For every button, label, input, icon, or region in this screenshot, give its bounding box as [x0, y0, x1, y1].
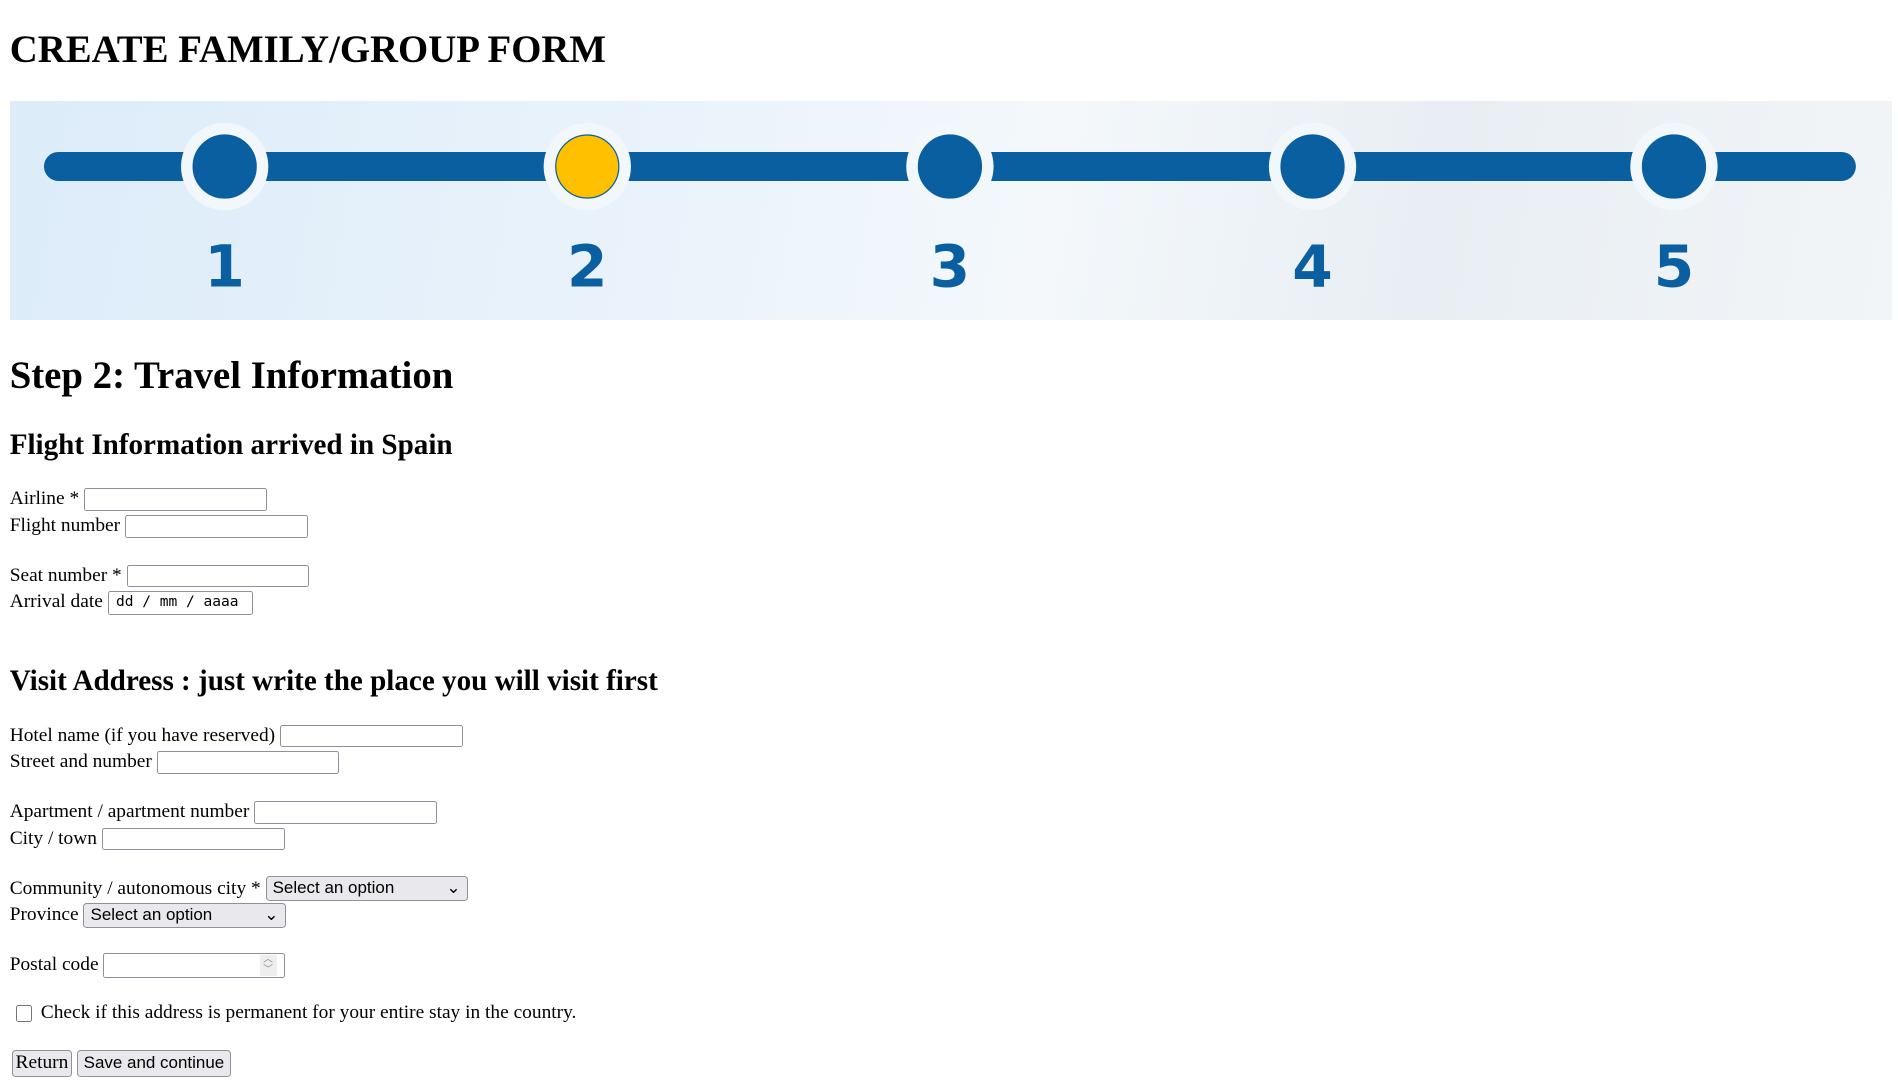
province-label: Province: [9, 904, 79, 926]
seat-number-input[interactable]: [126, 564, 310, 588]
chevron-down-icon: ⌄: [264, 905, 279, 925]
community-label: Community / autonomous city *: [9, 877, 261, 899]
permanent-checkbox[interactable]: [15, 1005, 33, 1022]
chevron-down-icon: ⌄: [446, 878, 461, 898]
step-circle-1: [192, 134, 257, 199]
step-number-5: 5: [1653, 232, 1694, 300]
arrival-label: Arrival date: [9, 591, 103, 613]
street-label: Street and number: [9, 751, 152, 773]
airline-input[interactable]: [84, 488, 267, 511]
address-heading: Visit Address : just write the place you…: [9, 665, 658, 698]
permanent-label: Check if this address is permanent for y…: [40, 1002, 577, 1024]
city-input[interactable]: [101, 827, 285, 851]
step-number-3: 3: [929, 232, 970, 300]
postal-code-input[interactable]: ︿ ﹀: [103, 952, 285, 978]
step-circle-3: [917, 134, 982, 199]
community-value: Select an option: [272, 878, 395, 898]
postal-label: Postal code: [9, 953, 99, 975]
province-select[interactable]: Select an option ⌄: [83, 902, 286, 929]
province-value: Select an option: [90, 905, 213, 925]
airline-label: Airline *: [9, 488, 80, 510]
step-circle-5: [1641, 134, 1706, 199]
flight-heading: Flight Information arrived in Spain: [9, 428, 453, 461]
step-circle-2: [554, 134, 620, 199]
flight-number-input[interactable]: [124, 515, 308, 538]
step-number-1: 1: [204, 232, 245, 300]
city-label: City / town: [9, 827, 97, 849]
seat-label: Seat number *: [9, 564, 122, 586]
arrival-date-input[interactable]: dd / mm / aaaa: [107, 590, 253, 615]
step-number-4: 4: [1292, 232, 1333, 300]
step-circle-4: [1280, 134, 1345, 199]
stepper-graphic: 1 2 3 4 5: [43, 122, 1856, 300]
save-continue-button[interactable]: Save and continue: [76, 1050, 232, 1077]
progress-stepper: 1 2 3 4 5: [9, 100, 1892, 321]
hotel-label: Hotel name (if you have reserved): [9, 724, 276, 746]
community-select[interactable]: Select an option ⌄: [265, 876, 468, 902]
apartment-label: Apartment / apartment number: [9, 801, 250, 823]
hotel-input[interactable]: [279, 724, 463, 748]
page-title: CREATE FAMILY/GROUP FORM: [9, 27, 607, 71]
spinner-icon[interactable]: ︿ ﹀: [259, 955, 277, 976]
step-title: Step 2: Travel Information: [9, 353, 454, 397]
return-button[interactable]: Return: [12, 1050, 72, 1077]
step-number-2: 2: [567, 232, 608, 300]
apartment-input[interactable]: [254, 801, 437, 824]
flight-number-label: Flight number: [9, 514, 121, 536]
street-input[interactable]: [156, 751, 340, 775]
